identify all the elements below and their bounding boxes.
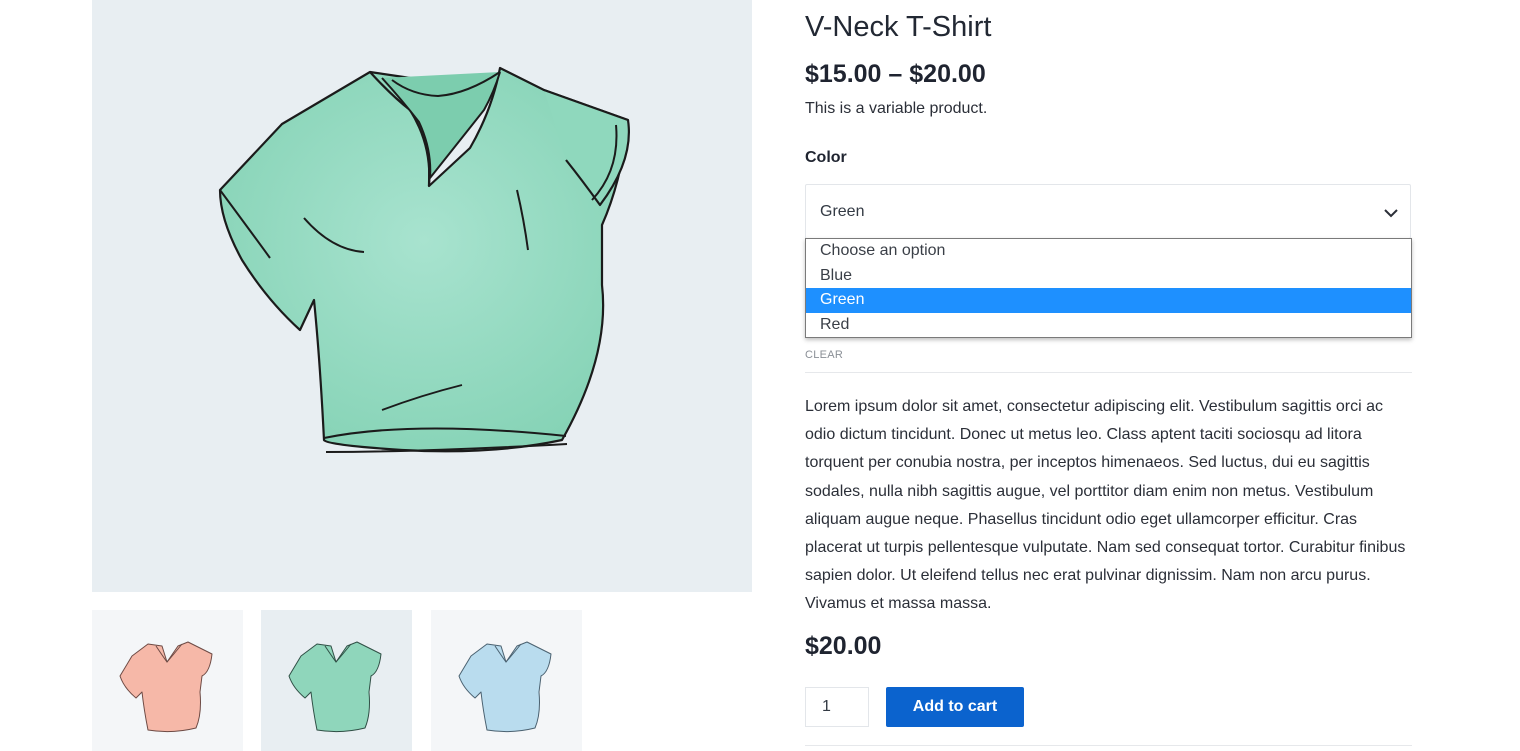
color-option-green[interactable]: Green [806,288,1411,313]
variation-price: $20.00 [805,632,882,660]
thumbnail-green-tshirt[interactable] [261,610,412,751]
blue-tshirt-icon [458,641,552,733]
divider [805,372,1412,373]
product-description: Lorem ipsum dolor sit amet, consectetur … [805,398,1406,613]
thumbnail-blue-tshirt[interactable] [431,610,582,751]
color-dropdown-list: Choose an option Blue Green Red [805,238,1412,338]
color-select-value: Green [820,203,865,220]
color-attribute-label: Color [805,149,847,166]
price-range: $15.00 – $20.00 [805,60,986,88]
clear-variations-link[interactable]: CLEAR [805,349,843,361]
short-description: This is a variable product. [805,100,988,117]
thumbnail-pink-tshirt[interactable] [92,610,243,751]
color-option-red[interactable]: Red [806,313,1411,338]
color-select[interactable]: Green [805,184,1411,239]
color-option-choose[interactable]: Choose an option [806,239,1411,264]
product-title: V-Neck T-Shirt [805,11,992,43]
divider [805,745,1412,746]
green-tshirt-icon [288,641,382,733]
chevron-down-icon [1384,205,1398,223]
main-product-image[interactable] [92,0,752,592]
quantity-input[interactable] [805,687,869,727]
product-page: V-Neck T-Shirt $15.00 – $20.00 This is a… [0,0,1520,751]
add-to-cart-button[interactable]: Add to cart [886,687,1024,727]
green-vneck-tshirt-icon [218,66,630,453]
color-option-blue[interactable]: Blue [806,264,1411,289]
pink-tshirt-icon [119,641,213,733]
